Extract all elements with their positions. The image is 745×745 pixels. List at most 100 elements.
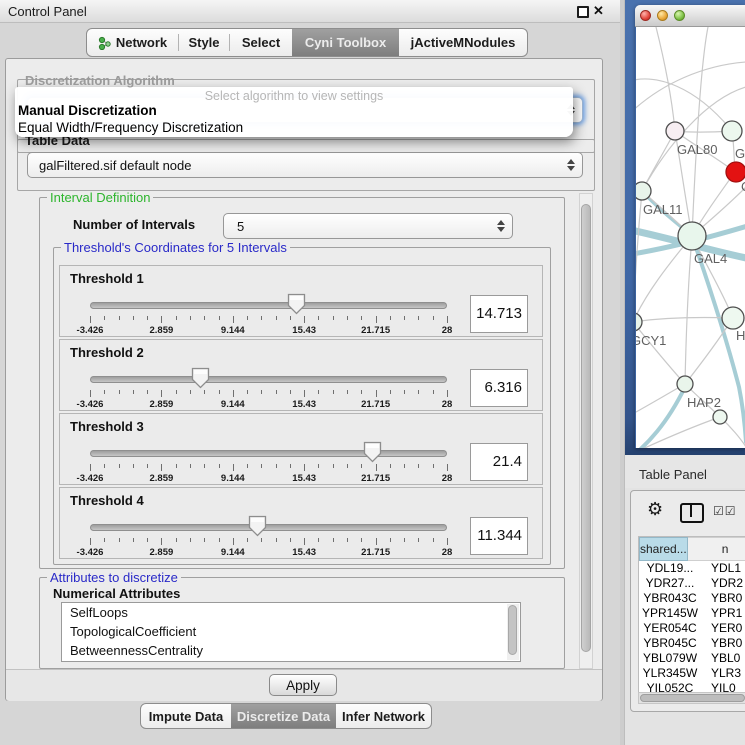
threshold-label: Threshold 2 bbox=[70, 345, 144, 360]
node-label: C bbox=[741, 179, 745, 194]
tab-impute-data[interactable]: Impute Data bbox=[141, 704, 231, 728]
cell-name[interactable]: YBR0 bbox=[701, 591, 742, 606]
number-of-intervals-label: Number of Intervals bbox=[73, 217, 195, 232]
threshold-slider[interactable] bbox=[90, 450, 447, 457]
cell-name[interactable]: YBR0 bbox=[701, 636, 742, 651]
tab-jactivemnodules[interactable]: jActiveMNodules bbox=[399, 29, 527, 56]
slider-thumb-icon[interactable] bbox=[248, 515, 267, 542]
tab-network[interactable]: Network bbox=[87, 29, 178, 56]
tab-infer-network[interactable]: Infer Network bbox=[336, 704, 431, 728]
checkbox-icons[interactable]: ☑☑ bbox=[713, 504, 737, 518]
network-node[interactable] bbox=[677, 376, 693, 392]
table-row[interactable]: YER054CYER0 bbox=[639, 621, 745, 636]
network-graph[interactable]: GAL80GCGAL11GAL4GCY1HHAP2 bbox=[636, 27, 745, 448]
network-node[interactable] bbox=[636, 313, 642, 331]
threshold-value-field[interactable]: 6.316 bbox=[470, 369, 528, 407]
slider-thumb-icon[interactable] bbox=[191, 367, 210, 394]
cell-shared-name[interactable]: YBR043C bbox=[639, 591, 701, 606]
apply-button[interactable]: Apply bbox=[269, 674, 337, 696]
attribute-item[interactable]: TopologicalCoefficient bbox=[62, 622, 520, 641]
network-node[interactable] bbox=[713, 410, 727, 424]
cell-shared-name[interactable]: YPR145W bbox=[639, 606, 701, 621]
network-node[interactable] bbox=[722, 307, 744, 329]
algorithm-option[interactable]: Manual Discretization bbox=[18, 103, 157, 118]
cell-name[interactable]: YER0 bbox=[701, 621, 742, 636]
right-area: GAL80GCGAL11GAL4GCY1HHAP2 Table Panel ⚙ … bbox=[620, 0, 745, 745]
zoom-traffic-icon[interactable] bbox=[674, 10, 685, 21]
table-row[interactable]: YDL19...YDL1 bbox=[639, 561, 745, 576]
table-row[interactable]: YBR043CYBR0 bbox=[639, 591, 745, 606]
tick-label: -3.426 bbox=[50, 547, 130, 558]
cell-shared-name[interactable]: YLR345W bbox=[639, 666, 701, 681]
tab-style[interactable]: Style bbox=[179, 29, 229, 56]
threshold-slider[interactable] bbox=[90, 376, 447, 383]
close-traffic-icon[interactable] bbox=[640, 10, 651, 21]
close-icon[interactable]: ✕ bbox=[593, 3, 604, 19]
column-header-name[interactable]: n bbox=[688, 537, 745, 561]
node-table[interactable]: shared... n YDL19...YDL1YDR27...YDR2YBR0… bbox=[638, 536, 745, 694]
table-row[interactable]: YBR045CYBR0 bbox=[639, 636, 745, 651]
node-label: GAL80 bbox=[677, 142, 717, 157]
settings-scrollbar[interactable] bbox=[579, 193, 593, 669]
cell-shared-name[interactable]: YBL079W bbox=[639, 651, 701, 666]
cell-name[interactable]: YDR2 bbox=[701, 576, 743, 591]
float-window-icon[interactable] bbox=[577, 6, 589, 18]
tick-label: -3.426 bbox=[50, 473, 130, 484]
network-node[interactable] bbox=[678, 222, 706, 250]
threshold-row: Threshold 1 -3.4262.8599.14415.4321.7152… bbox=[59, 265, 543, 337]
number-of-intervals-combobox[interactable]: 5 bbox=[223, 213, 513, 239]
threshold-value-field[interactable]: 14.713 bbox=[470, 295, 528, 333]
cell-shared-name[interactable]: YDR27... bbox=[639, 576, 701, 591]
algorithm-dropdown-popup: Select algorithm to view settings Manual… bbox=[15, 87, 573, 137]
network-node[interactable] bbox=[636, 182, 651, 200]
numerical-attributes-label: Numerical Attributes bbox=[53, 586, 180, 601]
tab-cyni-toolbox[interactable]: Cyni Toolbox bbox=[292, 29, 399, 56]
cell-shared-name[interactable]: YDL19... bbox=[639, 561, 701, 576]
cell-name[interactable]: YDL1 bbox=[701, 561, 741, 576]
tab-discretize-data[interactable]: Discretize Data bbox=[231, 704, 336, 728]
network-window-titlebar[interactable] bbox=[635, 5, 745, 27]
tick-label: -3.426 bbox=[50, 325, 130, 336]
cell-name[interactable]: YBL0 bbox=[701, 651, 740, 666]
network-node[interactable] bbox=[666, 122, 684, 140]
minimize-traffic-icon[interactable] bbox=[657, 10, 668, 21]
network-icon bbox=[98, 36, 111, 50]
cell-shared-name[interactable]: YER054C bbox=[639, 621, 701, 636]
threshold-slider[interactable] bbox=[90, 302, 447, 309]
table-panel-title: Table Panel bbox=[639, 467, 707, 482]
attribute-item[interactable]: SelfLoops bbox=[62, 603, 520, 622]
thresholds-group-title: Threshold's Coordinates for 5 Intervals bbox=[61, 241, 290, 254]
table-row[interactable]: YDR27...YDR2 bbox=[639, 576, 745, 591]
table-row[interactable]: YLR345WYLR3 bbox=[639, 666, 745, 681]
table-row[interactable]: YPR145WYPR1 bbox=[639, 606, 745, 621]
table-data-combobox[interactable]: galFiltered.sif default node bbox=[27, 152, 583, 178]
network-canvas[interactable]: GAL80GCGAL11GAL4GCY1HHAP2 bbox=[636, 27, 745, 448]
table-columns-icon[interactable] bbox=[680, 503, 704, 523]
cell-name[interactable]: YLR3 bbox=[701, 666, 741, 681]
numerical-attributes-list[interactable]: SelfLoopsTopologicalCoefficientBetweenne… bbox=[61, 602, 521, 662]
cell-name[interactable]: YPR1 bbox=[701, 606, 742, 621]
tab-select[interactable]: Select bbox=[230, 29, 292, 56]
algorithm-option[interactable]: Equal Width/Frequency Discretization bbox=[18, 120, 243, 135]
cell-shared-name[interactable]: YBR045C bbox=[639, 636, 701, 651]
tab-label: Select bbox=[242, 35, 280, 50]
threshold-slider[interactable] bbox=[90, 524, 447, 531]
algorithm-hint-item[interactable]: Select algorithm to view settings bbox=[15, 89, 573, 103]
table-hscrollbar[interactable] bbox=[638, 692, 745, 704]
gear-icon[interactable]: ⚙ bbox=[647, 499, 663, 520]
tick-label: 2.859 bbox=[121, 473, 201, 484]
attributes-scrollbar[interactable] bbox=[507, 604, 519, 660]
apply-row: Apply bbox=[6, 669, 602, 701]
combo-stepper-icon[interactable] bbox=[497, 214, 505, 238]
combo-stepper-icon[interactable] bbox=[567, 153, 575, 177]
attribute-item[interactable]: BetweennessCentrality bbox=[62, 641, 520, 660]
table-row[interactable]: YBL079WYBL0 bbox=[639, 651, 745, 666]
tick-label: 2.859 bbox=[121, 547, 201, 558]
network-view-window[interactable]: GAL80GCGAL11GAL4GCY1HHAP2 bbox=[635, 5, 745, 448]
threshold-value-field[interactable]: 11.344 bbox=[470, 517, 528, 555]
column-header-shared-name[interactable]: shared... bbox=[639, 537, 688, 561]
slider-thumb-icon[interactable] bbox=[287, 293, 306, 320]
threshold-value-field[interactable]: 21.4 bbox=[470, 443, 528, 481]
slider-thumb-icon[interactable] bbox=[363, 441, 382, 468]
network-node[interactable] bbox=[722, 121, 742, 141]
